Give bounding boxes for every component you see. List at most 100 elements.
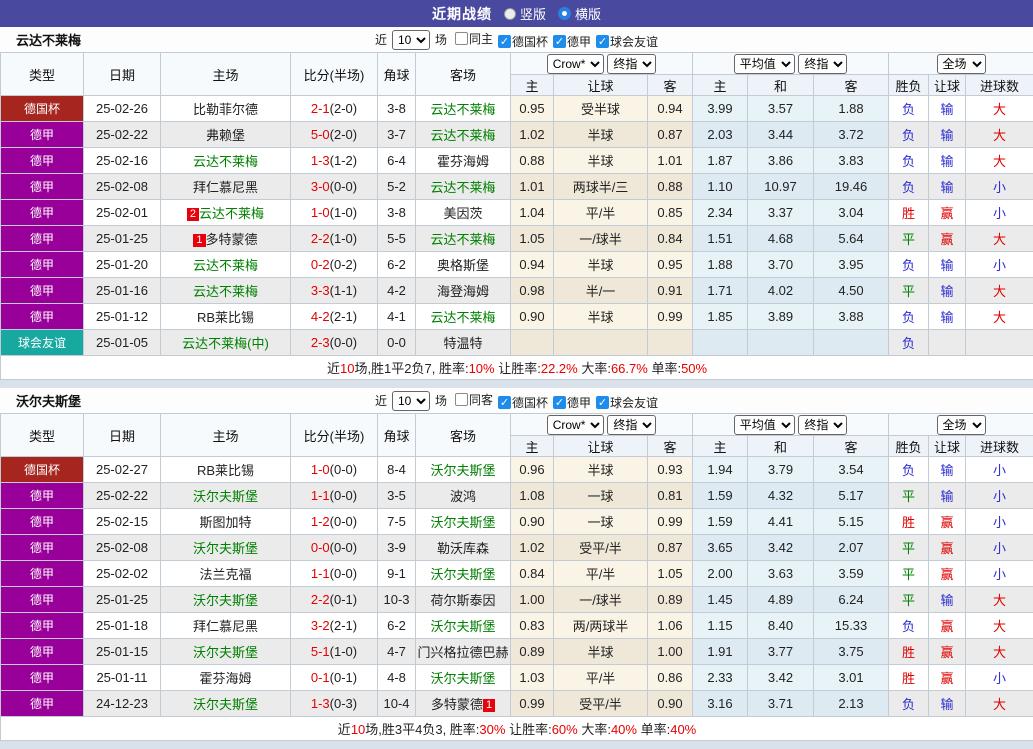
- team-label: 沃尔夫斯堡: [430, 619, 495, 634]
- handicap-odds: 1.00: [511, 587, 554, 613]
- result-flag: 大: [966, 122, 1033, 148]
- competition-type: 球会友谊: [1, 330, 84, 356]
- result-flag: 小: [966, 200, 1033, 226]
- checkbox-icon[interactable]: [455, 393, 468, 406]
- odds-source-select[interactable]: Crow*: [547, 54, 604, 74]
- result-flag: 小: [966, 665, 1033, 691]
- home-team: 法兰克福: [161, 561, 291, 587]
- layout-radio-vertical[interactable]: 竖版: [504, 4, 546, 23]
- result-flag: 平: [889, 587, 929, 613]
- avg-source-select[interactable]: 平均值: [734, 54, 795, 74]
- match-row: 德甲25-02-16云达不莱梅1-3(1-2)6-4霍芬海姆0.88半球1.01…: [1, 148, 1033, 174]
- checkbox-icon[interactable]: ✓: [596, 396, 609, 409]
- handicap-odds: 0.99: [511, 691, 554, 717]
- average-odds: 1.71: [693, 278, 748, 304]
- away-team: 波鸿: [416, 483, 511, 509]
- match-date: 25-02-01: [84, 200, 161, 226]
- checkbox-icon[interactable]: ✓: [553, 35, 566, 48]
- section-bar: 沃尔夫斯堡 近 10 场 同客✓德国杯✓德甲✓球会友谊: [0, 388, 1033, 413]
- avg-stage-select[interactable]: 终指: [798, 54, 847, 74]
- filter-checkbox[interactable]: ✓德甲: [553, 394, 591, 411]
- result-flag: 大: [966, 96, 1033, 122]
- home-team: 云达不莱梅(中): [161, 330, 291, 356]
- checkbox-icon[interactable]: ✓: [553, 396, 566, 409]
- result-flag: 负: [889, 252, 929, 278]
- odds-source-select[interactable]: Crow*: [547, 415, 604, 435]
- score: 2-2(0-1): [291, 587, 378, 613]
- average-odds: 3.72: [814, 122, 889, 148]
- odds-select-group: Crow* 终指: [511, 414, 693, 436]
- avg-stage-select[interactable]: 终指: [798, 415, 847, 435]
- score: 3-2(2-1): [291, 613, 378, 639]
- avg-source-select[interactable]: 平均值: [734, 415, 795, 435]
- competition-type: 德甲: [1, 304, 84, 330]
- result-flag: 大: [966, 278, 1033, 304]
- average-odds: 2.33: [693, 665, 748, 691]
- handicap-odds: 1.08: [511, 483, 554, 509]
- handicap-odds: 一球: [554, 509, 648, 535]
- average-odds: 4.68: [748, 226, 814, 252]
- filter-checkbox[interactable]: ✓球会友谊: [596, 33, 658, 50]
- team-label: 拜仁慕尼黑: [193, 619, 258, 634]
- average-odds: 3.42: [748, 535, 814, 561]
- checkbox-icon[interactable]: ✓: [498, 396, 511, 409]
- match-count-select[interactable]: 10: [392, 391, 430, 411]
- match-count-select[interactable]: 10: [392, 30, 430, 50]
- filter-label-games: 场: [435, 31, 447, 48]
- result-flag: 赢: [929, 535, 966, 561]
- match-row: 德甲25-02-08沃尔夫斯堡0-0(0-0)3-9勒沃库森1.02受平/半0.…: [1, 535, 1033, 561]
- odds-stage-select[interactable]: 终指: [607, 54, 656, 74]
- team-section-bremen: 云达不莱梅 近 10 场 同主✓德国杯✓德甲✓球会友谊 类型 日期 主场: [0, 27, 1033, 380]
- result-flag: 大: [966, 148, 1033, 174]
- match-date: 25-02-15: [84, 509, 161, 535]
- handicap-odds: 0.98: [511, 278, 554, 304]
- handicap-odds: 半球: [554, 148, 648, 174]
- radio-selected-icon[interactable]: [558, 7, 571, 20]
- radio-unselected-icon[interactable]: [504, 8, 516, 20]
- home-team: 拜仁慕尼黑: [161, 613, 291, 639]
- corners: 3-9: [378, 535, 416, 561]
- summary-row: 近10场,胜3平4负3, 胜率:30% 让胜率:60% 大率:40% 单率:40…: [1, 717, 1033, 741]
- filter-checkbox[interactable]: ✓德甲: [553, 33, 591, 50]
- result-flag: 负: [889, 148, 929, 174]
- checkbox-icon[interactable]: [455, 32, 468, 45]
- page-title: 近期战绩: [432, 4, 492, 24]
- checkbox-icon[interactable]: ✓: [596, 35, 609, 48]
- checkbox-icon[interactable]: ✓: [498, 35, 511, 48]
- match-row: 球会友谊25-01-05云达不莱梅(中)2-3(0-0)0-0特温特负: [1, 330, 1033, 356]
- away-team: 奥格斯堡: [416, 252, 511, 278]
- filter-checkbox[interactable]: ✓球会友谊: [596, 394, 658, 411]
- scope-select[interactable]: 全场: [937, 54, 986, 74]
- corners: 4-2: [378, 278, 416, 304]
- layout-radio-horizontal[interactable]: 横版: [558, 4, 601, 23]
- filter-checkbox[interactable]: ✓德国杯: [498, 33, 548, 50]
- team-label: 斯图加特: [199, 515, 251, 530]
- handicap-odds: 1.02: [511, 535, 554, 561]
- col-header-handicap-result: 让球: [929, 75, 966, 96]
- handicap-odds: 0.81: [648, 483, 693, 509]
- handicap-odds: 平/半: [554, 200, 648, 226]
- away-team: 多特蒙德1: [416, 691, 511, 717]
- filter-checkbox[interactable]: 同客: [455, 391, 493, 408]
- average-odds: 15.33: [814, 613, 889, 639]
- corners: 6-4: [378, 148, 416, 174]
- team-label: 霍芬海姆: [437, 154, 489, 169]
- filter-checkboxes: 同主 ✓德国杯 ✓德甲 ✓球会友谊: [450, 30, 658, 50]
- filter-checkbox[interactable]: ✓德国杯: [498, 394, 548, 411]
- competition-type: 德国杯: [1, 457, 84, 483]
- average-odds: 3.89: [748, 304, 814, 330]
- result-flag: 赢: [929, 665, 966, 691]
- handicap-odds: 两球半/三: [554, 174, 648, 200]
- match-row: 德甲25-02-15斯图加特1-2(0-0)7-5沃尔夫斯堡0.90一球0.99…: [1, 509, 1033, 535]
- average-odds: 4.89: [748, 587, 814, 613]
- handicap-odds: 0.95: [648, 252, 693, 278]
- match-date: 25-01-18: [84, 613, 161, 639]
- col-header-type: 类型: [1, 414, 84, 457]
- scope-select[interactable]: 全场: [937, 415, 986, 435]
- competition-type: 德甲: [1, 691, 84, 717]
- filter-checkbox[interactable]: 同主: [455, 30, 493, 47]
- odds-stage-select[interactable]: 终指: [607, 415, 656, 435]
- away-team: 特温特: [416, 330, 511, 356]
- handicap-odds: 平/半: [554, 561, 648, 587]
- match-row: 德甲25-01-15沃尔夫斯堡5-1(1-0)4-7门兴格拉德巴赫0.89半球1…: [1, 639, 1033, 665]
